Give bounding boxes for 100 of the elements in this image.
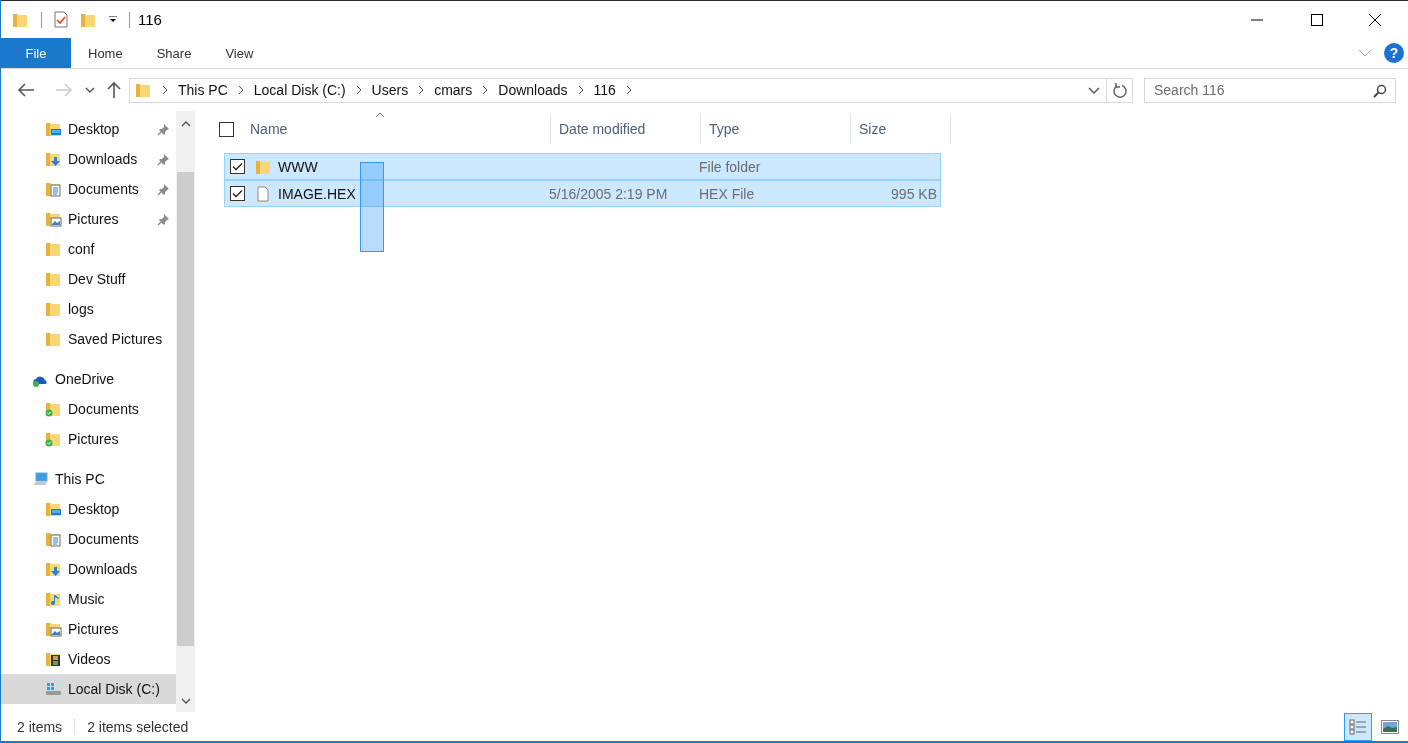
file-icon	[255, 185, 272, 202]
folder-icon	[255, 158, 272, 175]
nav-item[interactable]: Documents	[1, 394, 176, 424]
address-bar[interactable]: This PC Local Disk (C:) Users cmars Downloads 116	[129, 77, 1133, 103]
chevron-right-icon[interactable]	[237, 85, 244, 95]
pin-icon[interactable]	[157, 212, 170, 226]
nav-item[interactable]: Dev Stuff	[1, 264, 176, 294]
computer-icon	[32, 471, 49, 487]
search-icon	[1373, 83, 1387, 98]
breadcrumb[interactable]: cmars	[434, 82, 473, 98]
sort-caret-icon	[375, 112, 385, 118]
file-menu-button[interactable]: File	[1, 38, 71, 68]
recent-locations-caret-icon[interactable]	[85, 87, 95, 93]
chevron-right-icon[interactable]	[625, 85, 632, 95]
chevron-right-icon[interactable]	[577, 85, 584, 95]
refresh-icon[interactable]	[1112, 82, 1127, 98]
folder-icon	[45, 271, 62, 287]
select-all-checkbox[interactable]	[219, 121, 234, 137]
nav-item[interactable]: Desktop	[1, 494, 176, 524]
folder-icon	[45, 301, 62, 317]
pin-icon[interactable]	[157, 122, 170, 136]
drive-icon	[45, 681, 62, 697]
desktop-folder-icon	[45, 501, 62, 517]
nav-item[interactable]: Documents	[1, 524, 176, 554]
file-type: HEX File	[699, 185, 755, 202]
pin-icon[interactable]	[157, 182, 170, 196]
nav-item[interactable]: Saved Pictures	[1, 324, 176, 354]
selection-count: 2 items selected	[87, 718, 189, 735]
scroll-up-icon[interactable]	[180, 121, 191, 127]
nav-item[interactable]: OneDrive	[1, 364, 176, 394]
maximize-icon[interactable]	[1311, 13, 1323, 26]
scroll-down-icon[interactable]	[180, 698, 191, 704]
new-folder-icon	[80, 11, 97, 28]
row-checkbox[interactable]	[230, 186, 245, 201]
nav-item[interactable]: Downloads	[1, 144, 176, 174]
nav-item[interactable]: Desktop	[1, 114, 176, 144]
documents-folder-icon	[45, 181, 62, 197]
close-icon[interactable]	[1369, 13, 1381, 26]
minimize-icon[interactable]	[1251, 18, 1263, 21]
breadcrumb[interactable]: Downloads	[498, 82, 568, 98]
window-title: 116	[138, 11, 162, 28]
downloads-folder-icon	[45, 151, 62, 167]
file-row[interactable]: WWW File folder	[224, 153, 941, 180]
nav-item[interactable]: Pictures	[1, 424, 176, 454]
pin-icon[interactable]	[157, 152, 170, 166]
ribbon-tab[interactable]: Share	[139, 38, 209, 68]
column-header[interactable]: Name	[234, 114, 551, 144]
properties-icon[interactable]	[54, 11, 68, 28]
downloads-folder-icon	[45, 561, 62, 577]
details-view-button[interactable]	[1344, 712, 1372, 741]
videos-folder-icon	[45, 651, 62, 667]
documents-folder-icon	[45, 531, 62, 547]
folder-icon	[135, 82, 152, 98]
item-count: 2 items	[17, 718, 63, 735]
pictures-folder-icon	[45, 621, 62, 637]
file-type: File folder	[699, 158, 761, 175]
row-checkbox[interactable]	[230, 159, 245, 174]
back-arrow-icon[interactable]	[17, 83, 35, 97]
nav-item[interactable]: conf	[1, 234, 176, 264]
breadcrumb[interactable]: 116	[593, 82, 616, 98]
dropdown-caret-icon[interactable]	[1088, 86, 1100, 94]
music-folder-icon	[45, 591, 62, 607]
chevron-right-icon[interactable]	[355, 85, 362, 95]
nav-item[interactable]: Downloads	[1, 554, 176, 584]
nav-item[interactable]: Videos	[1, 644, 176, 674]
nav-item[interactable]: Pictures	[1, 614, 176, 644]
breadcrumb[interactable]: Users	[371, 82, 409, 98]
breadcrumb[interactable]: This PC	[178, 82, 228, 98]
ribbon-tab[interactable]: Home	[71, 38, 140, 68]
help-button[interactable]: ?	[1384, 43, 1404, 63]
file-row[interactable]: IMAGE.HEX 5/16/2005 2:19 PM HEX File 995 KB	[224, 180, 941, 207]
pictures-folder-icon	[45, 211, 62, 227]
column-header[interactable]: Size	[851, 114, 951, 144]
column-header[interactable]: Date modified	[551, 114, 701, 144]
ribbon-tab[interactable]: View	[208, 38, 271, 68]
chevron-right-icon[interactable]	[418, 85, 425, 95]
synced-folder-icon	[45, 401, 62, 417]
scrollbar-thumb[interactable]	[177, 172, 194, 646]
synced-folder-icon	[45, 431, 62, 447]
file-name: IMAGE.HEX	[278, 185, 356, 202]
folder-icon	[12, 11, 29, 28]
nav-item[interactable]: Music	[1, 584, 176, 614]
customize-caret-icon[interactable]	[109, 16, 117, 23]
folder-icon	[45, 331, 62, 347]
nav-item[interactable]: This PC	[1, 464, 176, 494]
search-field[interactable]: Search 116	[1144, 77, 1396, 103]
nav-item[interactable]: Pictures	[1, 204, 176, 234]
folder-icon	[45, 241, 62, 257]
details-view-icon[interactable]	[1349, 718, 1367, 735]
file-name: WWW	[278, 158, 318, 175]
nav-item[interactable]: Local Disk (C:)	[1, 674, 176, 704]
desktop-folder-icon	[45, 121, 62, 137]
nav-item[interactable]: Documents	[1, 174, 176, 204]
nav-item[interactable]: logs	[1, 294, 176, 324]
chevron-right-icon[interactable]	[162, 85, 168, 95]
chevron-right-icon[interactable]	[482, 85, 489, 95]
large-icons-view-icon[interactable]	[1381, 719, 1399, 734]
column-header[interactable]: Type	[701, 114, 851, 144]
up-arrow-icon[interactable]	[107, 81, 121, 99]
breadcrumb[interactable]: Local Disk (C:)	[253, 82, 346, 98]
